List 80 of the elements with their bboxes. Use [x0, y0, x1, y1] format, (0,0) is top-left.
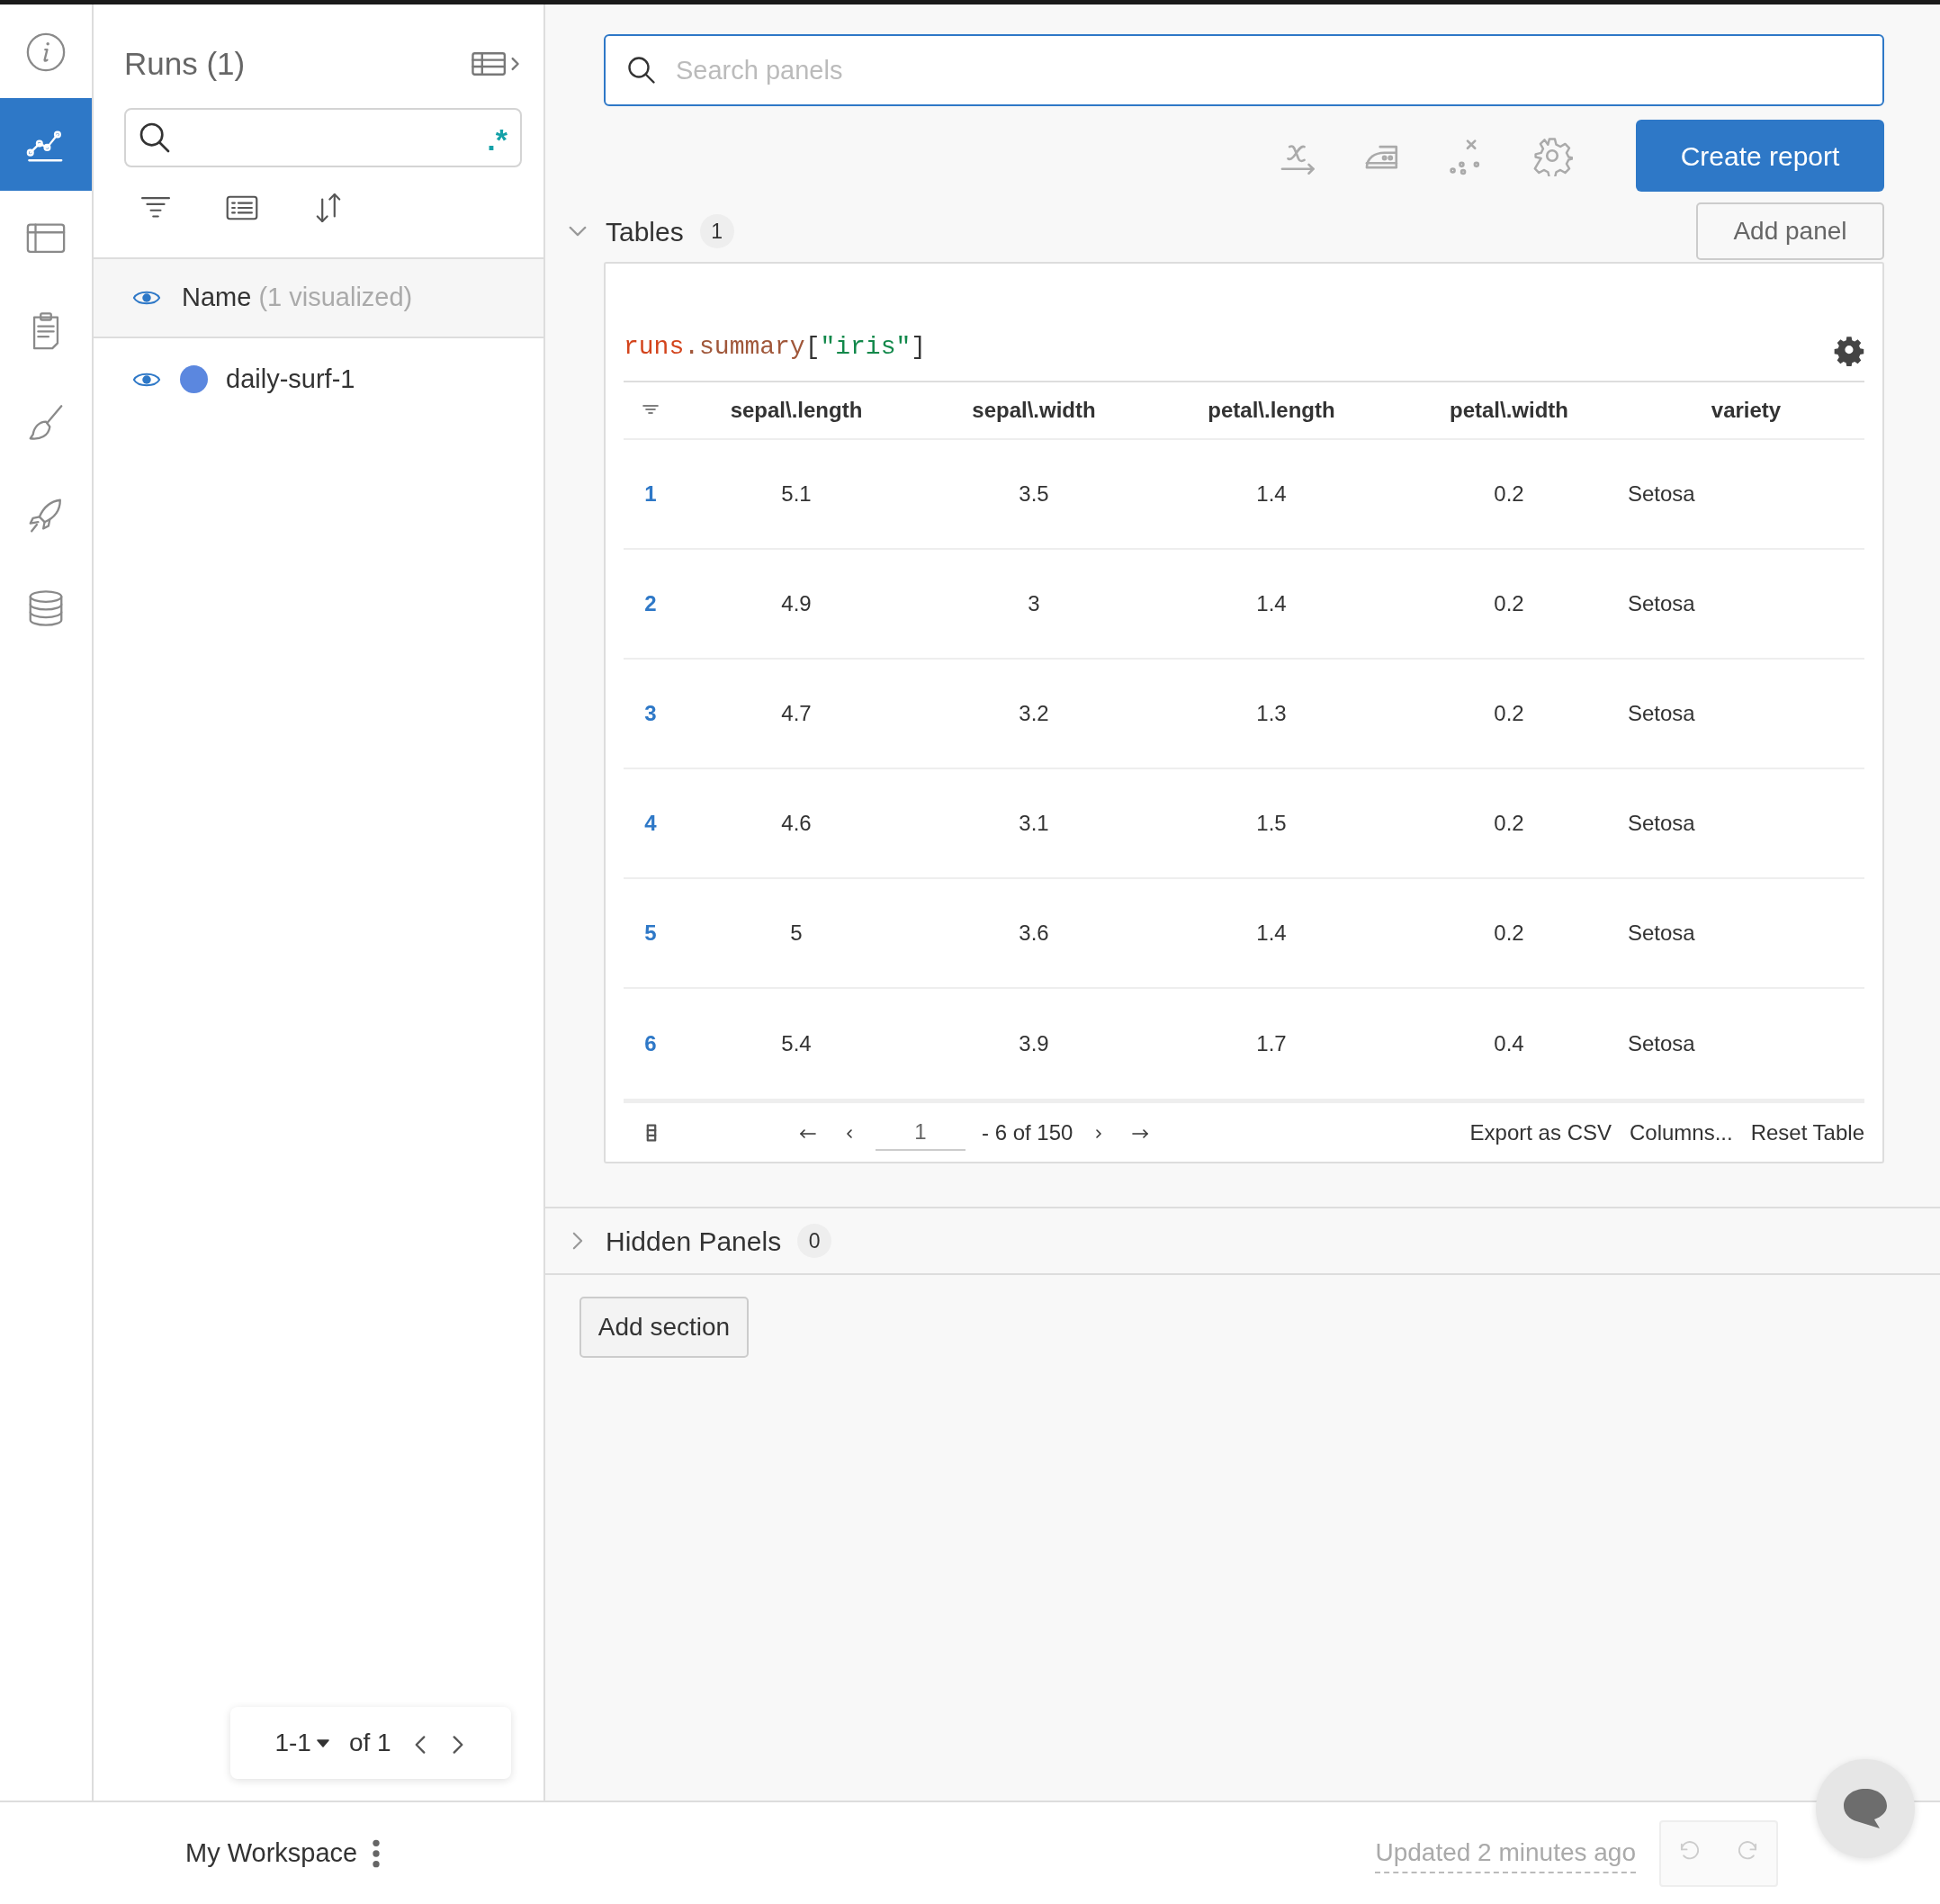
table-cell-text: 5.4: [781, 1030, 812, 1057]
table-cell-text: 3.5: [1019, 480, 1049, 507]
panel-count: 0: [797, 1224, 832, 1258]
sidebar-item[interactable]: [0, 98, 92, 191]
panel-search-field[interactable]: Search panels: [604, 34, 1884, 106]
row-number[interactable]: 5: [644, 917, 657, 949]
table-cell-text: 1.3: [1256, 700, 1287, 727]
table-cell-text: 0.2: [1494, 810, 1524, 837]
column-header[interactable]: variety: [1711, 394, 1782, 427]
page-size-dropdown[interactable]: 1-1: [274, 1724, 329, 1762]
table-cell-text: 0.2: [1494, 700, 1524, 727]
settings-button[interactable]: [1531, 135, 1573, 176]
chevron-right-icon: [1094, 1127, 1104, 1141]
table-cell-text: Setosa: [1628, 480, 1696, 507]
caret-icon: [316, 1738, 329, 1747]
page-total: of 1: [348, 1728, 391, 1758]
add-panel-button[interactable]: Add panel: [1696, 202, 1884, 260]
table-cell-text: 5.1: [781, 480, 812, 507]
row-number[interactable]: 3: [644, 697, 657, 730]
table-cell-text: 0.2: [1494, 590, 1524, 617]
row-range: - 6 of 150: [982, 1118, 1073, 1146]
query-expression[interactable]: runs.summary["iris"]: [624, 328, 927, 366]
table-cell-text: 0.4: [1494, 1030, 1524, 1057]
panel-count: 1: [699, 214, 734, 248]
table-cell-text: 1.7: [1256, 1030, 1287, 1057]
run-name[interactable]: daily-surf-1: [226, 359, 355, 400]
table-action-link[interactable]: Columns...: [1630, 1116, 1733, 1149]
row-number[interactable]: 1: [644, 478, 657, 510]
table-action-link[interactable]: Export as CSV: [1469, 1116, 1612, 1149]
table-cell-text: 0.2: [1494, 480, 1524, 507]
table-cell-text: 3.1: [1019, 810, 1049, 837]
table-cell-text: 1.4: [1256, 920, 1287, 947]
section-toggle[interactable]: Tables: [568, 211, 684, 252]
add-section-button[interactable]: Add section: [579, 1297, 749, 1358]
run-search-field[interactable]: [124, 107, 522, 167]
column-header[interactable]: sepal\.width: [972, 394, 1096, 427]
last-updated-text: Updated 2 minutes ago: [1375, 1833, 1636, 1873]
section-toggle[interactable]: Hidden Panels: [568, 1220, 782, 1262]
arrow-left-icon: [798, 1127, 818, 1141]
column-header[interactable]: petal\.length: [1208, 394, 1335, 427]
row-number[interactable]: 6: [644, 1028, 657, 1060]
run-color-dot[interactable]: [180, 365, 208, 393]
column-header[interactable]: sepal\.length: [730, 394, 863, 427]
arrow-right-icon: [1130, 1127, 1151, 1141]
name-column-header: Name (1 visualized): [182, 281, 413, 313]
table-cell-text: 0.2: [1494, 920, 1524, 947]
table-toggle-button[interactable]: [472, 50, 522, 78]
table-cell-text: Setosa: [1628, 1030, 1696, 1057]
table-cell-text: 3.2: [1019, 700, 1049, 727]
panel-title: Runs (1): [124, 45, 246, 83]
filter-icon[interactable]: [642, 404, 659, 417]
info-icon: [25, 31, 67, 73]
create-report-button[interactable]: Create report: [1636, 120, 1884, 192]
table-cell-text: 1.4: [1256, 480, 1287, 507]
panel-settings-button[interactable]: [1834, 336, 1864, 366]
table-cell-text: 4.7: [781, 700, 812, 727]
table-cell-text: Setosa: [1628, 920, 1696, 947]
table-action-link[interactable]: Reset Table: [1750, 1116, 1864, 1149]
table-cell-text: 5: [790, 920, 803, 947]
table-cell-text: 4.9: [781, 590, 812, 617]
workspace-name[interactable]: My Workspace: [185, 1833, 358, 1873]
column-icon[interactable]: [645, 1123, 658, 1142]
gear-icon: [1834, 336, 1864, 366]
kebab-icon: [372, 1837, 382, 1869]
row-number[interactable]: 4: [644, 807, 657, 840]
search-icon: [625, 54, 658, 86]
table-chevron-icon: [472, 50, 522, 78]
table-cell-text: Setosa: [1628, 700, 1696, 727]
table-cell-text: Setosa: [1628, 810, 1696, 837]
chevron-left-icon: [845, 1127, 854, 1141]
table-cell-text: 1.5: [1256, 810, 1287, 837]
more-button[interactable]: [372, 1837, 382, 1869]
table-cell-text: 3.9: [1019, 1030, 1049, 1057]
table-cell-text: 1.4: [1256, 590, 1287, 617]
table-cell-text: 3.6: [1019, 920, 1049, 947]
column-header[interactable]: petal\.width: [1450, 394, 1568, 427]
table-cell-text: Setosa: [1628, 590, 1696, 617]
table-cell-text: 4.6: [781, 810, 812, 837]
table-cell-text: 3: [1028, 590, 1040, 617]
row-number[interactable]: 2: [644, 588, 657, 620]
